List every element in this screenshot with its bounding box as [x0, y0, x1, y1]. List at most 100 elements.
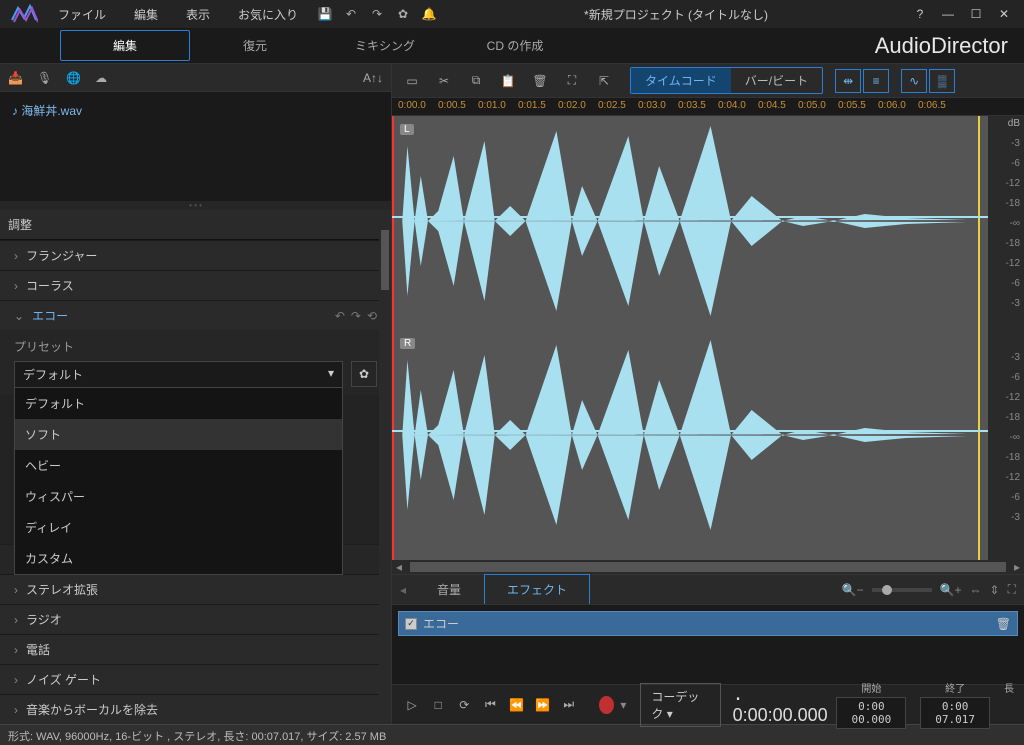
stop-icon[interactable]: □ — [428, 693, 448, 717]
barbeat-mode[interactable]: バー/ビート — [731, 68, 822, 93]
tab-cd[interactable]: CD の作成 — [450, 31, 580, 60]
skip-end-icon[interactable]: ⏭ — [559, 693, 579, 717]
help-icon[interactable]: ? — [910, 7, 930, 21]
menu-file[interactable]: ファイル — [44, 2, 120, 27]
import-icon[interactable]: 📥 — [8, 71, 23, 85]
scroll-left-icon[interactable]: ◂ — [392, 560, 406, 574]
menu-edit[interactable]: 編集 — [120, 2, 172, 27]
preset-settings-icon[interactable]: ✿ — [351, 361, 377, 387]
minimize-icon[interactable]: — — [938, 7, 958, 21]
end-label: 終了 — [920, 680, 990, 695]
tab-edit[interactable]: 編集 — [60, 30, 190, 61]
tab-restore[interactable]: 復元 — [190, 31, 320, 60]
record-icon[interactable]: 🎙 — [37, 71, 52, 85]
scroll-right-icon[interactable]: ▸ — [1010, 560, 1024, 574]
start-label: 開始 — [836, 680, 906, 695]
copy-icon[interactable]: ⧉ — [462, 68, 490, 94]
menu-view[interactable]: 表示 — [172, 2, 224, 27]
media-file[interactable]: 海鮮丼.wav — [10, 98, 381, 123]
menu-favorites[interactable]: お気に入り — [224, 2, 312, 27]
cut-icon[interactable]: ✂ — [430, 68, 458, 94]
preset-option[interactable]: デフォルト — [15, 388, 342, 419]
tab-effect[interactable]: エフェクト — [484, 574, 590, 605]
export-icon[interactable]: ⇱ — [590, 68, 618, 94]
effect-delete-icon[interactable]: 🗑 — [996, 617, 1011, 631]
cloud-icon[interactable]: ☁ — [95, 71, 107, 85]
tab-volume[interactable]: 音量 — [414, 574, 484, 605]
redo-icon[interactable]: ↷ — [364, 1, 390, 27]
download-icon[interactable]: 🌐 — [66, 71, 81, 85]
fx-phone[interactable]: ›電話 — [0, 634, 391, 664]
preset-option[interactable]: カスタム — [15, 543, 342, 574]
effect-enable-checkbox[interactable]: ✓ — [405, 618, 417, 630]
end-time-input[interactable]: 0:00 07.017 — [920, 697, 990, 729]
marker-view-icon[interactable]: ≡ — [863, 69, 889, 93]
adjust-header: 調整 — [0, 210, 391, 240]
zoom-slider[interactable] — [872, 588, 932, 592]
zoom-full-icon[interactable]: ⛶ — [1008, 582, 1016, 597]
delete-icon[interactable]: 🗑 — [526, 68, 554, 94]
fx-noise-gate[interactable]: ›ノイズ ゲート — [0, 664, 391, 694]
time-ruler[interactable]: 0:00.0 0:00.5 0:01.0 0:01.5 0:02.0 0:02.… — [392, 98, 1024, 116]
waveform-area[interactable]: L R — [392, 116, 988, 560]
fx-echo[interactable]: ⌄エコー ↶↷⟲ — [0, 300, 391, 330]
tab-mixing[interactable]: ミキシング — [320, 31, 450, 60]
maximize-icon[interactable]: ☐ — [966, 7, 986, 21]
brand-label: AudioDirector — [875, 33, 1024, 59]
undo-icon[interactable]: ↶ — [338, 1, 364, 27]
zoom-fit-h-icon[interactable]: ⇔ — [970, 583, 982, 597]
fx-flanger[interactable]: ›フランジャー — [0, 240, 391, 270]
transport-bar: ▷ □ ⟳ ⏮ ⏪ ⏩ ⏭ ▾ コーデック ▾ . 0:00:00.000 開始… — [392, 684, 1024, 724]
zoom-out-icon[interactable]: 🔍− — [842, 583, 864, 597]
media-library: 海鮮丼.wav — [0, 92, 391, 201]
settings-icon[interactable]: ✿ — [390, 1, 416, 27]
paste-icon[interactable]: 📋 — [494, 68, 522, 94]
effect-track: ✓ エコー 🗑 — [392, 604, 1024, 684]
effect-clip[interactable]: ✓ エコー 🗑 — [398, 611, 1018, 636]
fx-radio[interactable]: ›ラジオ — [0, 604, 391, 634]
fx-stereo-expand[interactable]: ›ステレオ拡張 — [0, 574, 391, 604]
preset-option[interactable]: ウィスパー — [15, 481, 342, 512]
fx-reset-icon[interactable]: ⟲ — [367, 309, 377, 323]
preset-option[interactable]: ヘビー — [15, 450, 342, 481]
time-mode-toggle: タイムコード バー/ビート — [630, 67, 823, 94]
timeline-scrollbar[interactable]: ◂ ▸ — [392, 560, 1024, 574]
splitter-handle[interactable]: • • • — [0, 201, 391, 210]
preset-option[interactable]: ソフト — [15, 419, 342, 450]
fx-vocal-remove[interactable]: ›音楽からボーカルを除去 — [0, 694, 391, 724]
loop-icon[interactable]: ⟳ — [454, 693, 474, 717]
window-title: *新規プロジェクト (タイトルなし) — [442, 6, 910, 23]
adjust-scrollbar[interactable] — [379, 230, 391, 724]
zoom-fit-v-icon[interactable]: ⇕ — [990, 583, 1000, 597]
save-icon[interactable]: 💾 — [312, 1, 338, 27]
forward-icon[interactable]: ⏩ — [533, 693, 553, 717]
fx-undo-icon[interactable]: ↶ — [335, 309, 345, 323]
waveform-right — [392, 330, 988, 540]
play-icon[interactable]: ▷ — [402, 693, 422, 717]
close-icon[interactable]: ✕ — [994, 7, 1014, 21]
chevron-down-icon: ▾ — [328, 366, 334, 383]
preset-dropdown[interactable]: デフォルト▾ — [14, 361, 343, 388]
lower-tabs: ◂ 音量 エフェクト 🔍− 🔍+ ⇔ ⇕ ⛶ — [392, 574, 1024, 604]
codec-button[interactable]: コーデック ▾ — [640, 683, 720, 727]
zoom-in-icon[interactable]: 🔍+ — [940, 583, 962, 597]
spectral-view-icon[interactable]: ▒ — [929, 69, 955, 93]
record-button[interactable] — [599, 696, 614, 714]
fx-redo-icon[interactable]: ↷ — [351, 309, 361, 323]
notification-icon[interactable]: 🔔 — [416, 1, 442, 27]
skip-start-icon[interactable]: ⏮ — [480, 693, 500, 717]
sort-icon[interactable]: A↑↓ — [363, 71, 383, 85]
snap-icon[interactable]: ⇹ — [835, 69, 861, 93]
timecode-mode[interactable]: タイムコード — [631, 68, 731, 93]
start-time-input[interactable]: 0:00 00.000 — [836, 697, 906, 729]
select-tool-icon[interactable]: ▭ — [398, 68, 426, 94]
crop-icon[interactable]: ⛶ — [558, 68, 586, 94]
adjust-panel: 調整 ›フランジャー ›コーラス ⌄エコー ↶↷⟲ プリセット デフォルト▾ ✿… — [0, 210, 391, 724]
waveform-view-icon[interactable]: ∿ — [901, 69, 927, 93]
fx-chorus[interactable]: ›コーラス — [0, 270, 391, 300]
chevron-left-icon[interactable]: ◂ — [400, 583, 406, 597]
editor-area: ▭ ✂ ⧉ 📋 🗑 ⛶ ⇱ タイムコード バー/ビート ⇹ ≡ ∿ ▒ 0:00… — [392, 64, 1024, 724]
length-label: 長 — [1004, 680, 1014, 695]
rewind-icon[interactable]: ⏪ — [507, 693, 527, 717]
preset-option[interactable]: ディレイ — [15, 512, 342, 543]
